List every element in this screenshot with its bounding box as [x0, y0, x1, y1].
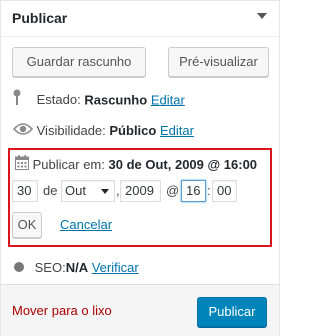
calendar-icon [15, 155, 29, 176]
publish-panel: Publicar Guardar rascunho Pré-visualizar… [0, 0, 280, 336]
chevron-down-icon [101, 189, 109, 194]
cancel-link[interactable]: Cancelar [60, 217, 112, 232]
seo-label: SEO: [34, 260, 66, 275]
edit-visibility-link[interactable]: Editar [160, 123, 194, 138]
minute-input[interactable]: 00 [212, 180, 237, 202]
time-separator-at: @ [166, 183, 180, 198]
save-draft-button[interactable]: Guardar rascunho [12, 47, 146, 77]
status-label: Estado: [36, 92, 81, 108]
status-row: Estado: Rascunho Editar [13, 89, 185, 109]
publish-button[interactable]: Publicar [197, 297, 267, 327]
ok-button[interactable]: OK [12, 212, 42, 238]
day-input[interactable]: 30 [12, 180, 38, 202]
time-separator-colon: : [207, 183, 211, 198]
verify-seo-link[interactable]: Verificar [92, 260, 139, 275]
collapse-arrow-icon[interactable] [257, 13, 267, 19]
status-dot-icon [13, 259, 25, 279]
eye-icon [12, 122, 34, 142]
edit-status-link[interactable]: Editar [151, 92, 185, 107]
visibility-row: Visibilidade: Público Editar [12, 121, 194, 142]
schedule-section: Publicar em: 30 de Out, 2009 @ 16:00 30 … [8, 148, 272, 247]
preview-button[interactable]: Pré-visualizar [168, 47, 269, 77]
year-input[interactable]: 2009 [120, 180, 161, 202]
schedule-value: 30 de Out, 2009 @ 16:00 [108, 157, 258, 172]
seo-value: N/A [65, 260, 89, 275]
visibility-value: Público [109, 123, 157, 138]
panel-header[interactable]: Publicar [1, 1, 279, 37]
panel-footer: Mover para o lixo Publicar [1, 284, 279, 336]
month-select[interactable]: Out [61, 180, 115, 202]
visibility-label: Visibilidade: [36, 123, 106, 138]
hour-input[interactable]: 16 [181, 180, 206, 202]
schedule-label: Publicar em: [32, 157, 105, 172]
panel-title: Publicar [12, 10, 68, 26]
status-value: Rascunho [84, 92, 148, 108]
move-to-trash-link[interactable]: Mover para o lixo [12, 303, 112, 318]
schedule-label-row: Publicar em: 30 de Out, 2009 @ 16:00 [15, 155, 257, 175]
month-select-value: Out [65, 183, 86, 198]
pin-icon [13, 89, 23, 113]
seo-row: SEO:N/A Verificar [13, 258, 139, 278]
date-separator-de: de [43, 183, 58, 198]
